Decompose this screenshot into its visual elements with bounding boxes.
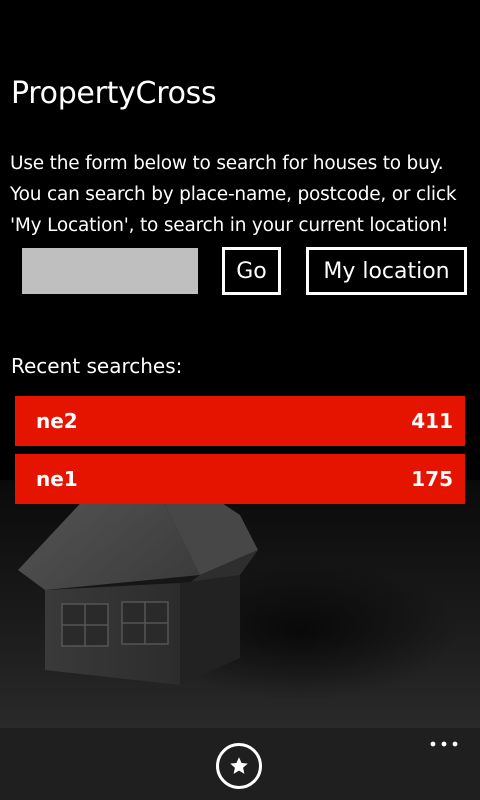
favourites-button[interactable] [216, 743, 262, 789]
recent-searches-label: Recent searches: [11, 354, 183, 378]
search-input[interactable] [22, 248, 198, 294]
go-button[interactable]: Go [222, 247, 281, 295]
app-bar [0, 728, 480, 800]
ellipsis-icon [430, 741, 458, 747]
recent-search-item[interactable]: ne1 175 [15, 454, 465, 504]
intro-text: Use the form below to search for houses … [10, 153, 457, 236]
app-title: PropertyCross [11, 76, 217, 111]
recent-search-name: ne2 [36, 409, 78, 433]
recent-searches-list: ne2 411 ne1 175 [15, 396, 465, 512]
more-options-button[interactable] [424, 734, 464, 754]
recent-search-item[interactable]: ne2 411 [15, 396, 465, 446]
house-background-image [0, 480, 480, 730]
star-icon [230, 757, 248, 774]
recent-search-count: 175 [411, 467, 453, 491]
recent-search-name: ne1 [36, 467, 78, 491]
my-location-button[interactable]: My location [306, 247, 467, 295]
main-screen: PropertyCross Use the form below to sear… [0, 0, 480, 800]
recent-search-count: 411 [411, 409, 453, 433]
